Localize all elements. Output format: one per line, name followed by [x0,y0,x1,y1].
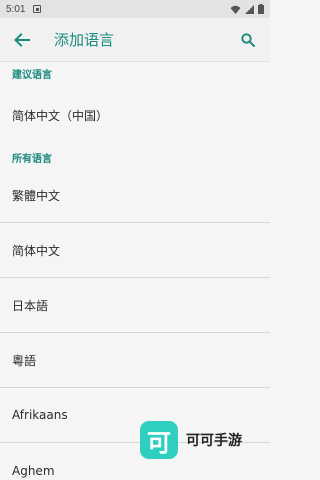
watermark: 可 可可手游 [140,421,242,459]
watermark-text: 可可手游 [186,433,242,449]
back-button[interactable] [0,18,44,62]
status-time: 5:01 [6,3,26,15]
list-item[interactable]: 日本語 [0,278,270,333]
arrow-left-icon [14,32,30,47]
signal-icon [245,4,254,14]
screen: 5:01 添加语言 建议语言 简体中文（中国） 所有语言 繁體中文 简体中文 日… [0,0,270,480]
page-title: 添加语言 [54,31,115,49]
wifi-icon [230,5,241,14]
language-list: 建议语言 简体中文（中国） 所有语言 繁體中文 简体中文 日本語 粵語 Afri… [0,62,270,480]
notification-app-icon [33,5,42,13]
watermark-logo-icon: 可 [140,421,178,459]
list-item[interactable]: 粵語 [0,333,270,388]
list-item[interactable]: 繁體中文 [0,168,270,223]
app-bar: 添加语言 [0,18,270,62]
list-item[interactable]: 简体中文（中国） [0,84,270,146]
status-bar: 5:01 [0,0,270,18]
battery-icon [258,4,264,14]
section-header-all: 所有语言 [12,153,52,165]
search-button[interactable] [226,18,270,62]
search-icon [241,32,255,47]
list-item[interactable]: 简体中文 [0,223,270,278]
section-header-suggested: 建议语言 [12,69,52,81]
